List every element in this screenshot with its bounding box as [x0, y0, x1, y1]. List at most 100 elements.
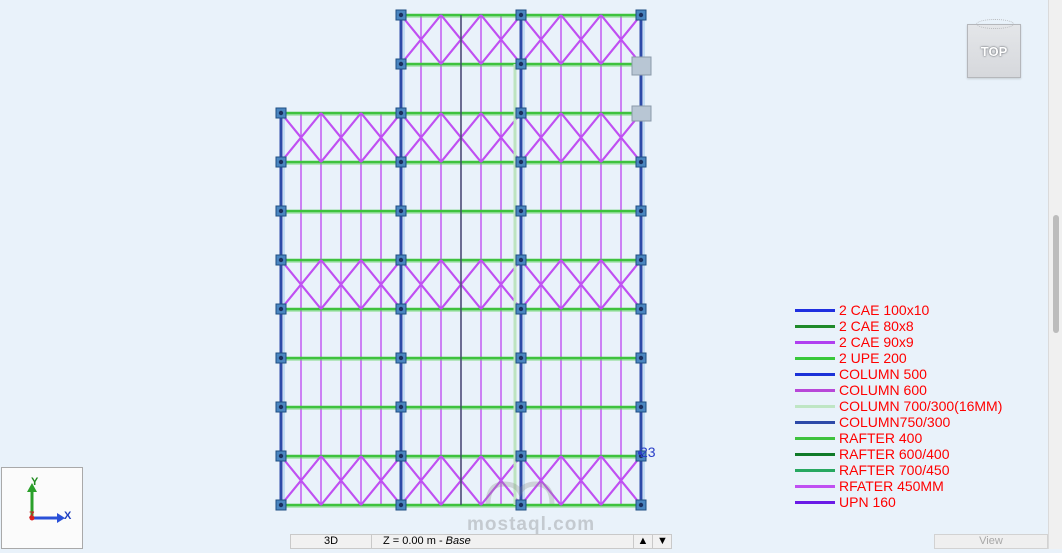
column-node-center — [398, 159, 404, 165]
column-node-center — [518, 306, 524, 312]
elevation-selector[interactable]: Z = 0.00 m - Base — [383, 535, 471, 548]
legend-item: 2 CAE 100x10 — [795, 302, 1002, 318]
legend-label: RAFTER 600/400 — [839, 446, 950, 462]
elevation-name: Base — [445, 535, 471, 547]
column-node-center — [278, 453, 284, 459]
view-status-bar: 3D Z = 0.00 m - Base ▲ ▼ — [290, 534, 672, 549]
column-node-center — [518, 110, 524, 116]
view-mode-indicator[interactable]: 3D — [291, 535, 372, 548]
legend-item: COLUMN 500 — [795, 366, 1002, 382]
legend-label: COLUMN 500 — [839, 366, 927, 382]
column-node-center — [518, 159, 524, 165]
legend-item: COLUMN 700/300(16MM) — [795, 398, 1002, 414]
column-node-center — [398, 453, 404, 459]
legend-swatch — [795, 420, 835, 424]
model-viewport[interactable]: TOP 2 CAE 100x10 2 CAE 80x8 2 CAE 90x9 2 UP… — [0, 0, 1049, 534]
legend-item: COLUMN750/300 — [795, 414, 1002, 430]
column-node-center — [518, 257, 524, 263]
axis-y-label: Y — [31, 476, 39, 488]
column-node-center — [638, 159, 644, 165]
view-tab[interactable]: View — [934, 534, 1048, 549]
legend-swatch — [795, 452, 835, 456]
elevation-value: Z = 0.00 m — [383, 535, 436, 547]
column-node-center — [518, 453, 524, 459]
legend-label: UPN 160 — [839, 494, 896, 510]
column-node-center — [398, 257, 404, 263]
legend-swatch — [795, 500, 835, 504]
column-node-center — [398, 110, 404, 116]
column-node-center — [398, 404, 404, 410]
column-node-center — [278, 257, 284, 263]
column-node-center — [398, 208, 404, 214]
watermark-logo-icon — [485, 481, 555, 505]
legend-item: RAFTER 700/450 — [795, 462, 1002, 478]
column-node-center — [518, 12, 524, 18]
legend-item: UPN 160 — [795, 494, 1002, 510]
column-node-center — [278, 110, 284, 116]
vertical-scrollbar[interactable] — [1048, 0, 1062, 549]
legend-label: 2 CAE 90x9 — [839, 334, 914, 350]
legend-swatch — [795, 468, 835, 472]
column-node-center — [638, 306, 644, 312]
legend-label: RAFTER 400 — [839, 430, 923, 446]
legend-item: 2 CAE 80x8 — [795, 318, 1002, 334]
view-cube-orbit-ring — [976, 19, 1014, 29]
column-node-center — [398, 306, 404, 312]
column-node-center — [638, 355, 644, 361]
axis-x-label: X — [64, 510, 72, 522]
legend-label: 2 CAE 100x10 — [839, 302, 930, 318]
legend-swatch — [795, 340, 835, 344]
view-cube-label: TOP — [980, 43, 1008, 59]
column-node-center — [398, 61, 404, 67]
node-number-label: 23 — [640, 444, 656, 460]
scrollbar-thumb[interactable] — [1053, 215, 1059, 333]
legend-item: RAFTER 400 — [795, 430, 1002, 446]
legend-swatch — [795, 436, 835, 440]
legend-item: 2 CAE 90x9 — [795, 334, 1002, 350]
axis-orientation-widget: Y X Z — [1, 467, 83, 549]
column-node-center — [638, 208, 644, 214]
column-node-center — [638, 257, 644, 263]
legend-label: RAFTER 700/450 — [839, 462, 950, 478]
column-node-center — [278, 502, 284, 508]
axis-z-label: Z — [29, 510, 35, 520]
legend-swatch — [795, 484, 835, 488]
legend-label: COLUMN750/300 — [839, 414, 951, 430]
column-node-center — [518, 61, 524, 67]
legend-label: 2 CAE 80x8 — [839, 318, 914, 334]
column-node-center — [398, 355, 404, 361]
legend-item: COLUMN 600 — [795, 382, 1002, 398]
elevation-up-icon[interactable]: ▲ — [633, 535, 652, 548]
legend-item: RAFTER 600/400 — [795, 446, 1002, 462]
legend-swatch — [795, 372, 835, 376]
legend-label: COLUMN 700/300(16MM) — [839, 398, 1003, 414]
legend-swatch — [795, 308, 835, 312]
column-node-center — [398, 12, 404, 18]
legend-item: RFATER 450MM — [795, 478, 1002, 494]
legend-label: RFATER 450MM — [839, 478, 944, 494]
section-legend: 2 CAE 100x10 2 CAE 80x8 2 CAE 90x9 2 UPE 20… — [795, 302, 1002, 510]
column-node-center — [638, 502, 644, 508]
watermark-text: mostaql.com — [467, 514, 596, 534]
view-cube-top[interactable]: TOP — [967, 19, 1021, 78]
column-node-center — [278, 159, 284, 165]
column-node-center — [398, 502, 404, 508]
grid-bubble — [631, 105, 652, 122]
grid-bubble — [631, 56, 652, 76]
column-node-center — [278, 208, 284, 214]
column-node-center — [278, 355, 284, 361]
column-node-center — [638, 404, 644, 410]
legend-swatch — [795, 356, 835, 360]
column-node-center — [278, 404, 284, 410]
legend-item: 2 UPE 200 — [795, 350, 1002, 366]
elevation-down-icon[interactable]: ▼ — [652, 535, 672, 548]
column-node-center — [518, 355, 524, 361]
column-node-center — [278, 306, 284, 312]
column-node-center — [518, 208, 524, 214]
column-node-center — [638, 12, 644, 18]
legend-label: 2 UPE 200 — [839, 350, 907, 366]
legend-swatch — [795, 404, 835, 408]
column-node-center — [518, 404, 524, 410]
legend-swatch — [795, 388, 835, 392]
legend-label: COLUMN 600 — [839, 382, 927, 398]
